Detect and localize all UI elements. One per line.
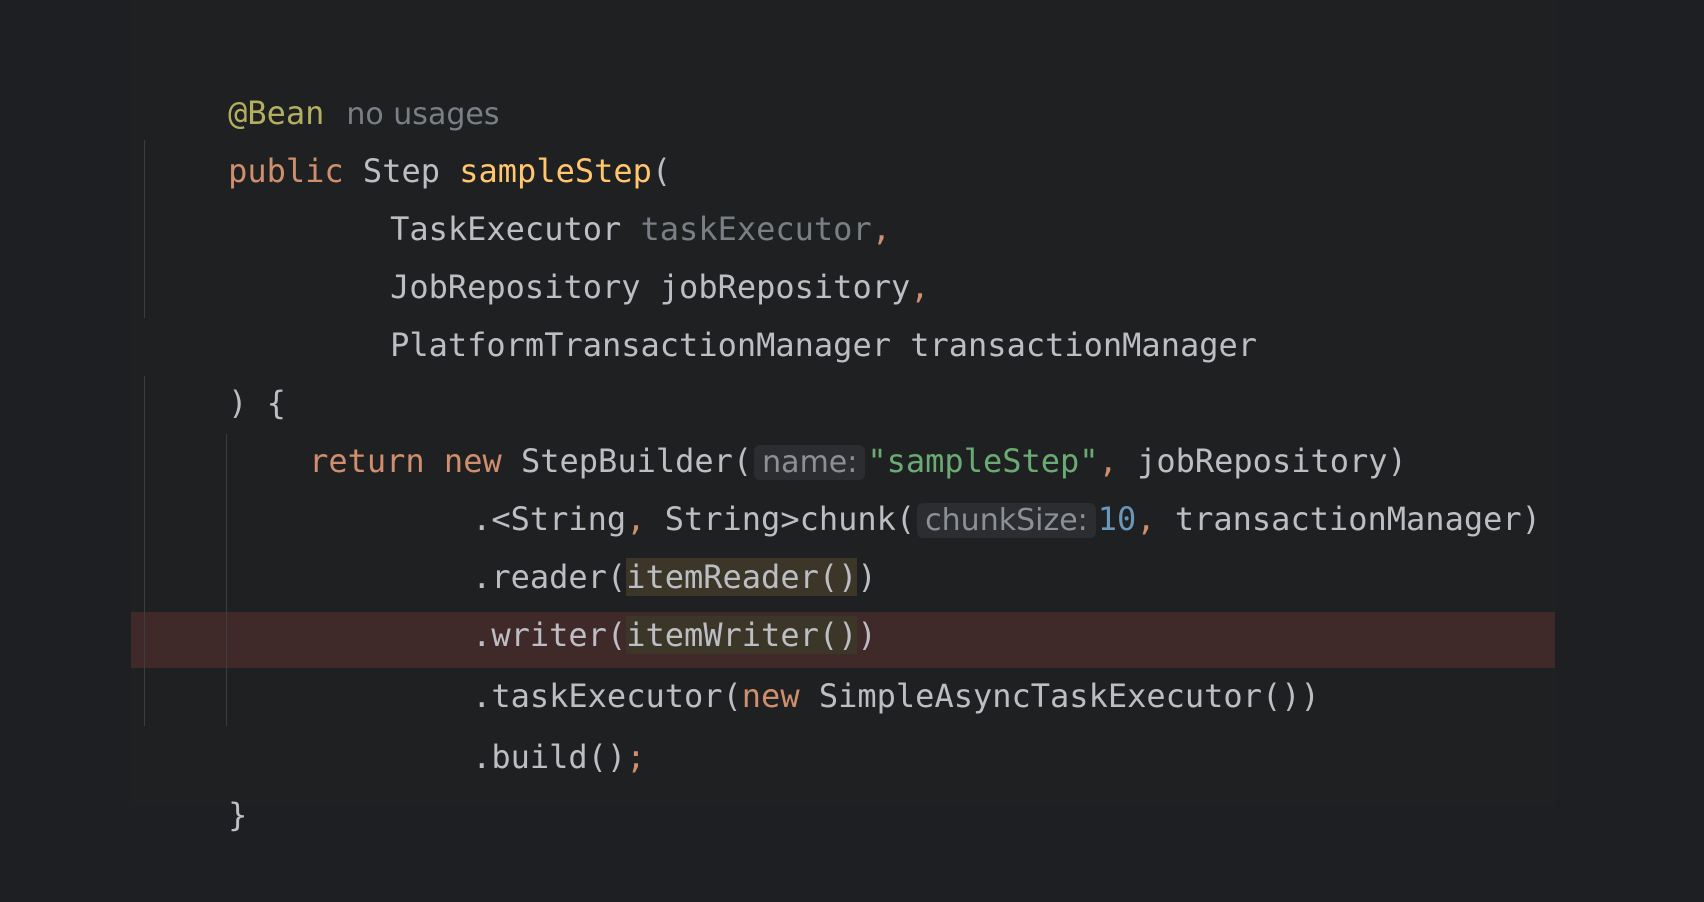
build-call: .build() [472,738,627,776]
code-line-signature: public Step sampleStep( [151,84,671,190]
code-line-annotation: @Bean no usages [151,26,499,132]
code-line-chunk: .<String, String>chunk(chunkSize: 10, tra… [395,432,1541,538]
close-brace: } [228,796,248,834]
code-line-return: return new StepBuilder(name: "sampleStep"… [232,374,1407,480]
code-line-reader: .reader(itemReader()) [395,490,877,596]
arg-comma: , [1136,500,1156,538]
keyword-new: new [741,677,800,715]
indent-guide [226,434,227,726]
code-line-param: TaskExecutor taskExecutor, [313,142,891,248]
code-line-task-executor: .taskExecutor(new SimpleAsyncTaskExecuto… [395,612,1320,715]
chunk-tail: transactionManager) [1155,500,1541,538]
executor-tail: SimpleAsyncTaskExecutor()) [799,677,1320,715]
code-line-close-signature: ) { [151,316,286,422]
code-editor[interactable]: @Bean no usages public Step sampleStep( T… [131,0,1555,834]
code-line-param: PlatformTransactionManager transactionMa… [313,258,1257,364]
indent-guide [144,376,145,726]
code-line-build: .build(); [395,670,645,776]
indent-guide [144,140,145,318]
code-line-param: JobRepository jobRepository, [313,200,929,306]
code-line-close-brace: } [151,728,247,834]
param-hint-chunk-size: chunkSize: [917,503,1096,538]
code-line-writer: .writer(itemWriter()) [395,548,877,654]
param-name: transactionManager [910,326,1258,364]
semicolon: ; [626,738,646,776]
param-type: PlatformTransactionManager [390,326,891,364]
number-literal: 10 [1097,500,1137,538]
